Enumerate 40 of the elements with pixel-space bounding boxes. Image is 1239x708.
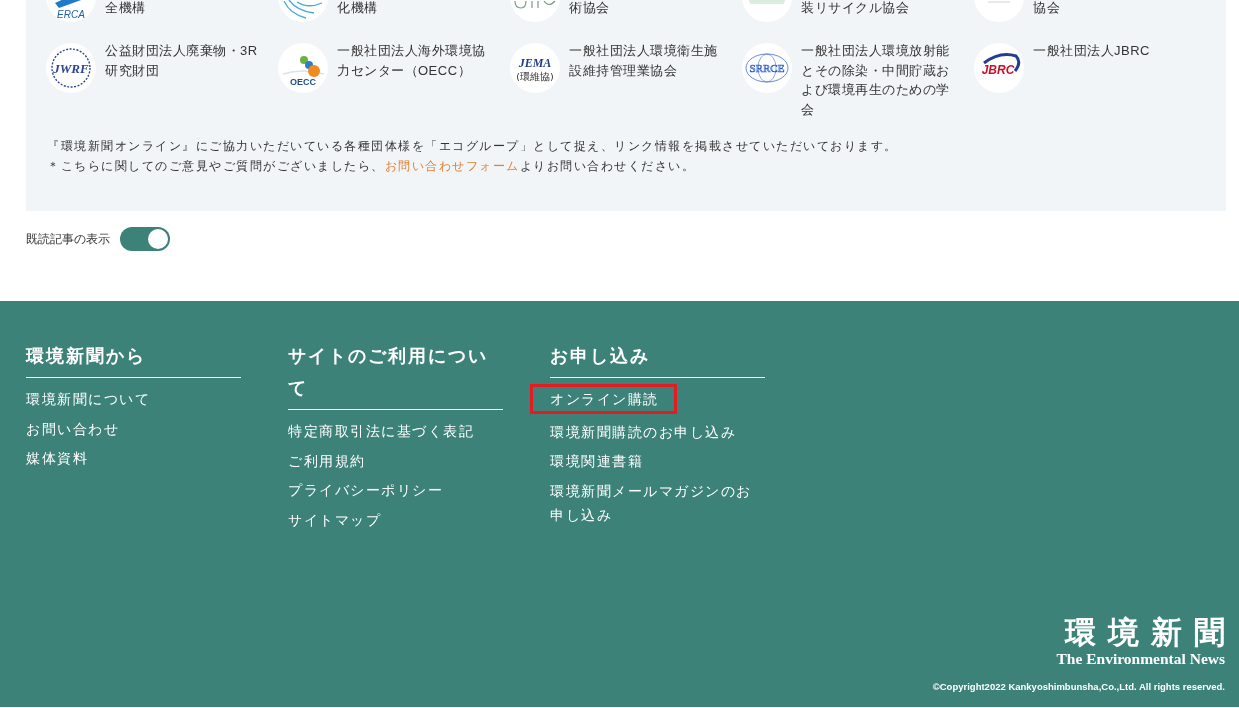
logo-icon[interactable] — [278, 0, 328, 22]
footer-link[interactable]: 環境関連書籍 — [550, 449, 643, 473]
brand-subtitle: The Environmental News — [1056, 650, 1225, 668]
footer-link[interactable]: お問い合わせ — [26, 416, 119, 441]
brand-logo-text: 環境新聞 — [1065, 614, 1237, 650]
footer-heading: 環境新聞から — [26, 345, 146, 368]
org-name[interactable]: 術協会 — [569, 0, 727, 16]
logo-icon[interactable] — [974, 0, 1024, 22]
note-text: ＊こちらに関してのご意見やご質問がございましたら、お問い合わせフォーム よりお問い合わせください。 — [47, 158, 696, 175]
org-logo[interactable]: JEMA (環維協) — [510, 43, 560, 93]
logo-icon[interactable] — [742, 0, 792, 22]
footer-link[interactable]: 特定商取引法に基づく表記 — [288, 419, 474, 443]
org-name[interactable]: 装リサイクル協会 — [801, 0, 959, 16]
toggle-label: 既読記事の表示 — [26, 231, 110, 248]
footer-link[interactable]: プライバシーポリシー — [288, 478, 443, 502]
org-name[interactable]: 化機構 — [337, 0, 495, 16]
footer-link[interactable]: 媒体資料 — [26, 446, 88, 470]
org-logo[interactable]: JBRC — [974, 43, 1024, 93]
note-text: 『環境新聞オンライン』にご協力いただいている各種団体様を「エコグループ」として捉え、リンク情報を掲載させていただいております。 — [47, 138, 899, 155]
org-logo[interactable]: JWRF — [46, 43, 96, 93]
logo-icon[interactable] — [510, 0, 560, 22]
org-name[interactable]: 一般社団法人海外環境協力センター（OECC） — [337, 41, 495, 80]
org-logo[interactable]: OECC — [278, 43, 328, 93]
org-name[interactable]: 一般社団法人環境衛生施設維持管理業協会 — [569, 41, 727, 80]
org-name[interactable]: 公益財団法人廃棄物・3R研究財団 — [105, 41, 263, 80]
org-name[interactable]: 一般社団法人JBRC — [1033, 41, 1191, 61]
footer-link[interactable]: 環境新聞メールマガジンのお申し込み — [550, 478, 765, 527]
footer-heading: お申し込み — [550, 345, 650, 368]
footer-link[interactable]: サイトマップ — [288, 507, 381, 532]
org-logo[interactable]: ERCA — [46, 0, 96, 22]
toggle-switch[interactable] — [120, 227, 170, 251]
footer-link[interactable]: オンライン購読 — [530, 384, 677, 414]
footer-link[interactable]: 環境新聞購読のお申し込み — [550, 419, 736, 444]
footer-link[interactable]: 環境新聞について — [26, 387, 150, 411]
footer-link[interactable]: ご利用規約 — [288, 448, 366, 473]
footer-heading: サイトのご利用について — [288, 345, 489, 400]
copyright-text: ©Copyright2022 Kankyoshimbunsha,Co.,Ltd. All rights reserved. — [932, 681, 1225, 693]
org-name[interactable]: 全機構 — [105, 0, 263, 16]
org-name[interactable]: 協会 — [1033, 0, 1191, 16]
org-name[interactable]: 一般社団法人環境放射能とその除染・中間貯蔵および環境再生のための学会 — [801, 41, 959, 119]
